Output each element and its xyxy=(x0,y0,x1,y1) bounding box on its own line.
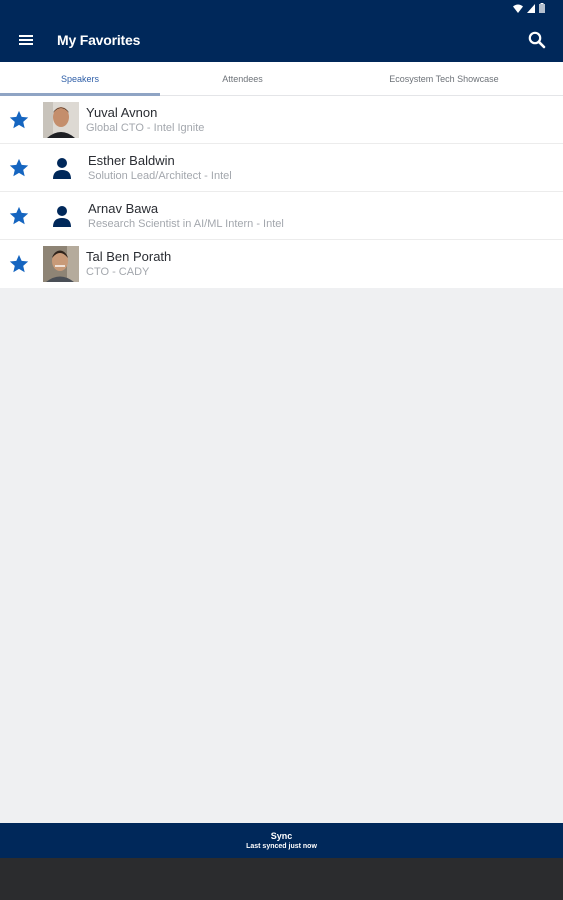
signal-icon xyxy=(527,3,535,13)
speaker-name: Esther Baldwin xyxy=(88,153,175,168)
tab-ecosystem-tech-showcase[interactable]: Ecosystem Tech Showcase xyxy=(325,62,563,96)
list-item[interactable]: Arnav Bawa Research Scientist in AI/ML I… xyxy=(0,192,563,240)
avatar-photo xyxy=(43,246,79,282)
speaker-name: Tal Ben Porath xyxy=(86,249,172,264)
star-icon[interactable] xyxy=(8,157,30,179)
speaker-name: Arnav Bawa xyxy=(88,201,159,216)
person-icon xyxy=(53,158,71,179)
star-icon[interactable] xyxy=(8,109,30,131)
app-bar: My Favorites xyxy=(0,18,563,62)
list-item[interactable]: Tal Ben Porath CTO - CADY xyxy=(0,240,563,288)
menu-icon[interactable] xyxy=(16,30,36,50)
tab-speakers[interactable]: Speakers xyxy=(0,62,160,96)
speaker-title: Research Scientist in AI/ML Intern - Int… xyxy=(88,218,284,230)
sync-button[interactable]: Sync Last synced just now xyxy=(0,823,563,858)
person-icon xyxy=(53,206,71,227)
list-item[interactable]: Esther Baldwin Solution Lead/Architect -… xyxy=(0,144,563,192)
star-icon[interactable] xyxy=(8,205,30,227)
speaker-name: Yuval Avnon xyxy=(86,105,158,120)
tab-attendees[interactable]: Attendees xyxy=(160,62,325,96)
star-icon[interactable] xyxy=(8,253,30,275)
last-synced-label: Last synced just now xyxy=(246,843,317,850)
sync-label: Sync xyxy=(270,831,293,841)
tab-bar: Speakers Attendees Ecosystem Tech Showca… xyxy=(0,62,563,96)
search-icon[interactable] xyxy=(527,30,547,50)
speaker-title: Global CTO - Intel Ignite xyxy=(86,122,205,134)
avatar-photo xyxy=(43,102,79,138)
speaker-title: Solution Lead/Architect - Intel xyxy=(88,170,232,182)
page-title: My Favorites xyxy=(57,32,141,48)
status-bar xyxy=(0,0,563,18)
status-icons xyxy=(513,3,545,13)
wifi-icon xyxy=(513,4,523,13)
list-item[interactable]: Yuval Avnon Global CTO - Intel Ignite xyxy=(0,96,563,144)
speaker-title: CTO - CADY xyxy=(86,266,150,278)
system-navigation-bar xyxy=(0,858,563,900)
favorites-list: Yuval Avnon Global CTO - Intel Ignite Es… xyxy=(0,96,563,288)
battery-icon xyxy=(539,3,545,13)
